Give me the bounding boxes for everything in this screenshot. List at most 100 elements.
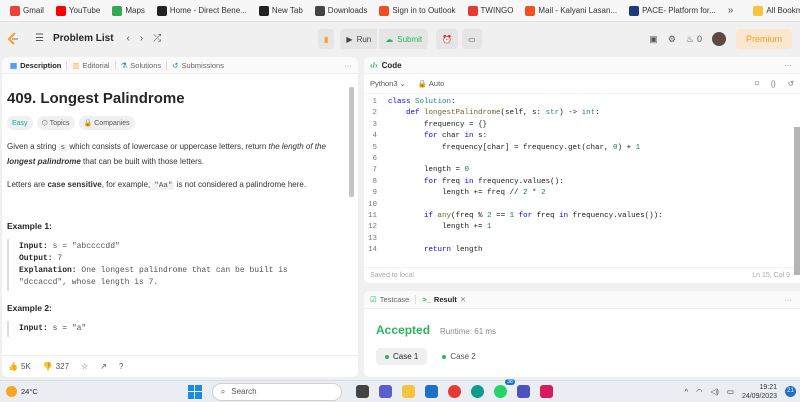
note-text: , for example, [101, 180, 153, 189]
result-panel: ☑ Testcase >_ Result ✕ ··· Accepted Runt… [364, 291, 800, 377]
bookmark-item[interactable]: TWINGO [462, 2, 520, 20]
bookmark-item[interactable]: Home - Direct Bene... [151, 2, 253, 20]
bookmark-item[interactable]: Downloads [309, 2, 374, 20]
notes-button[interactable]: ▭ [462, 29, 482, 49]
bookmark-item[interactable]: Gmail [4, 2, 50, 20]
bookmark-label: PACE- Platform for... [642, 6, 716, 15]
windows-start-icon[interactable] [187, 384, 202, 399]
run-button[interactable]: ▶ Run [340, 29, 378, 49]
task-view-icon[interactable] [355, 385, 369, 398]
search-label: Search [231, 387, 257, 396]
close-icon[interactable]: ✕ [460, 295, 466, 304]
settings-gear-icon[interactable]: ⚙ [668, 34, 676, 45]
edge-icon[interactable] [470, 385, 484, 398]
favorite-button[interactable]: ☆ [81, 362, 88, 371]
wifi-icon[interactable]: ◠ [696, 387, 703, 396]
result-tabs: ☑ Testcase >_ Result ✕ ··· [364, 291, 800, 309]
file-explorer-icon[interactable] [401, 385, 415, 398]
companies-chip[interactable]: 🔒 Companies [78, 116, 135, 130]
tab-description[interactable]: ▤ Description [6, 61, 65, 70]
case-1-tab[interactable]: Case 1 [376, 348, 428, 365]
teams-work-icon[interactable] [516, 385, 530, 398]
teams-icon[interactable] [378, 385, 392, 398]
tab-submissions[interactable]: ↺ Submissions [168, 61, 228, 70]
shuffle-icon[interactable]: ⤮ [148, 33, 166, 44]
bookmark-icon[interactable]: ⌑ [755, 79, 759, 88]
leetcode-logo-icon[interactable] [6, 31, 20, 46]
code-line: 11 if any (freq % 2 == 1 for freq in freq… [367, 212, 663, 221]
auto-mode[interactable]: 🔒 Auto [418, 79, 444, 88]
taskbar-apps: 38 [355, 379, 553, 398]
like-button[interactable]: 👍 5K [8, 362, 31, 371]
description-scrollbar[interactable] [349, 87, 354, 197]
bookmark-item[interactable]: New Tab [253, 2, 309, 20]
code-line: 3 frequency = {} [372, 120, 488, 129]
problem-list-link[interactable]: Problem List [53, 33, 114, 44]
flask-icon: ⚗ [120, 60, 128, 70]
more-options-icon[interactable]: ··· [784, 61, 792, 70]
photos-icon[interactable] [539, 385, 553, 398]
explanation-text-cont: "dccaccd", whose length is 7. [19, 278, 159, 287]
list-icon[interactable]: ☰ [30, 33, 49, 44]
braces-icon[interactable]: {} [771, 79, 776, 88]
language-select[interactable]: Python3 ⌄ [370, 79, 406, 88]
bookmark-item[interactable]: PACE- Platform for... [623, 2, 722, 20]
tab-testcase[interactable]: ☑ Testcase [370, 295, 409, 304]
more-bookmarks-icon[interactable]: » [722, 5, 740, 16]
prev-problem-icon[interactable]: ‹ [122, 33, 135, 44]
submit-button[interactable]: ☁ Submit [379, 29, 429, 49]
taskbar-search[interactable]: ⌕ Search [211, 382, 342, 401]
runtime-text: Runtime: 61 ms [440, 327, 497, 336]
bookmark-label: Sign in to Outlook [392, 6, 456, 15]
dislike-button[interactable]: 👎 327 [43, 362, 69, 371]
topics-label: Topics [49, 119, 70, 127]
volume-icon[interactable]: ◁) [711, 387, 719, 396]
streak-counter[interactable]: ♨ 0 [686, 34, 702, 45]
bookmark-item[interactable]: Sign in to Outlook [373, 2, 461, 20]
terminal-icon: >_ [422, 295, 431, 304]
chevron-up-icon[interactable]: ^ [685, 387, 689, 396]
layout-icon[interactable]: ▣ [649, 34, 658, 45]
help-button[interactable]: ? [119, 362, 123, 371]
bookmark-label: YouTube [68, 6, 101, 15]
output-label: Output: [19, 254, 53, 263]
problem-note: Letters are case sensitive, for example,… [7, 178, 337, 193]
share-button[interactable]: ↗ [100, 362, 107, 371]
store-icon[interactable] [424, 385, 438, 398]
problem-statement: Given a string s which consists of lower… [7, 140, 337, 168]
code-scrollbar[interactable] [794, 127, 800, 275]
debug-button[interactable]: ▮ [318, 29, 335, 49]
battery-icon[interactable]: ▭ [727, 387, 734, 396]
clock[interactable]: 19:21 24/09/2023 [742, 383, 777, 401]
tab-editorial[interactable]: ▥ Editorial [68, 61, 113, 70]
code-line: 10 [367, 200, 377, 209]
next-problem-icon[interactable]: › [135, 33, 148, 44]
more-options-icon[interactable]: ··· [345, 61, 353, 70]
premium-button[interactable]: Premium [735, 29, 792, 49]
topics-chip[interactable]: ⬡ Topics [36, 116, 75, 130]
chrome-icon[interactable] [447, 385, 461, 398]
play-icon: ▶ [346, 34, 353, 44]
case-2-tab[interactable]: Case 2 [433, 348, 484, 365]
all-bookmarks-folder[interactable]: All Bookmarks [747, 2, 800, 20]
avatar[interactable] [711, 32, 726, 46]
notification-badge[interactable]: 21 [785, 386, 796, 397]
bookmark-item[interactable]: Maps [106, 2, 151, 20]
weather-widget[interactable]: 24°C [6, 386, 38, 397]
timer-button[interactable]: ⏰ [436, 29, 459, 49]
more-options-icon[interactable]: ··· [785, 295, 793, 304]
code-editor[interactable]: 1 class Solution: 2 def longestPalindrome… [364, 94, 800, 258]
history-icon: ↺ [172, 60, 179, 70]
tab-solutions-label: Solutions [130, 60, 162, 70]
bookmark-item[interactable]: YouTube [50, 2, 106, 20]
bookmark-item[interactable]: Mail - Kalyani Lasan... [519, 2, 623, 20]
code-line: 5 frequency[char] = frequency.get(char, … [372, 143, 641, 152]
code-line: 2 def longestPalindrome (self, s: str) ->… [372, 109, 600, 118]
reset-icon[interactable]: ↺ [788, 79, 794, 88]
problem-title[interactable]: 409. Longest Palindrome [7, 90, 353, 107]
bookmark-label: TWINGO [480, 6, 514, 15]
whatsapp-icon[interactable]: 38 [493, 379, 515, 398]
tab-solutions[interactable]: ⚗ Solutions [117, 61, 166, 70]
tab-result[interactable]: >_ Result ✕ [422, 295, 466, 304]
input-label: Input: [19, 242, 48, 251]
